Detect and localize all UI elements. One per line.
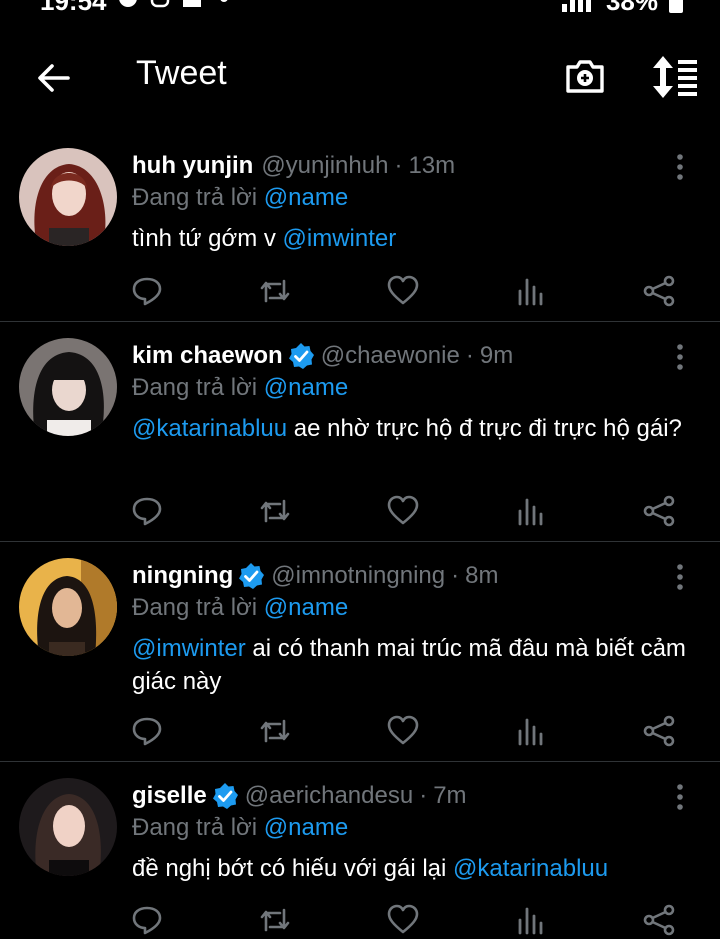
status-time: 19:54 — [40, 0, 107, 16]
views-icon[interactable] — [514, 494, 548, 528]
dot-icon — [220, 0, 228, 2]
reply-icon[interactable] — [130, 714, 164, 748]
user-handle[interactable]: @chaewonie — [321, 342, 460, 370]
replying-to-mention[interactable]: @name — [264, 184, 348, 211]
page-title: Tweet — [136, 54, 227, 92]
tweet-time: 13m — [408, 152, 456, 179]
reply-icon[interactable] — [130, 903, 164, 937]
more-options-icon[interactable] — [670, 342, 690, 372]
user-handle[interactable]: @yunjinhuh — [261, 152, 388, 180]
messenger-icon — [119, 0, 137, 7]
tweet-text: tình tứ gớm v @imwinter — [132, 222, 702, 255]
views-icon[interactable] — [514, 274, 548, 308]
camera-add-icon[interactable] — [564, 55, 606, 97]
tweet-reply[interactable]: giselle @aerichandesu · 7m Đang trả lời … — [0, 770, 720, 939]
replying-to-mention[interactable]: @name — [264, 814, 348, 841]
like-icon[interactable] — [386, 494, 420, 528]
sort-icon[interactable] — [649, 54, 699, 100]
mention-link[interactable]: @imwinter — [283, 225, 397, 252]
tweet-header: ningning @imnotningning · 8m — [132, 562, 498, 590]
like-icon[interactable] — [386, 714, 420, 748]
retweet-icon[interactable] — [258, 903, 292, 937]
share-icon[interactable] — [642, 494, 676, 528]
instagram-icon — [150, 0, 170, 8]
divider — [0, 321, 720, 322]
replying-to-mention[interactable]: @name — [264, 594, 348, 621]
separator-dot: · — [394, 152, 403, 179]
share-icon[interactable] — [642, 714, 676, 748]
tweet-text: đề nghị bớt có hiếu với gái lại @katarin… — [132, 852, 702, 885]
replying-to-label: Đang trả lời — [132, 374, 258, 401]
battery-percent: 38% — [605, 0, 658, 16]
display-name[interactable]: ningning — [132, 562, 233, 590]
notification-icons — [118, 0, 234, 8]
replying-to: Đang trả lời @name — [132, 594, 348, 622]
tweet-body: ae nhờ trực hộ đ trực đi trực hộ gái? — [287, 415, 682, 442]
views-icon[interactable] — [514, 903, 548, 937]
replying-to: Đang trả lời @name — [132, 814, 348, 842]
more-options-icon[interactable] — [670, 782, 690, 812]
avatar[interactable] — [19, 558, 117, 656]
reply-icon[interactable] — [130, 494, 164, 528]
mention-link[interactable]: @katarinabluu — [453, 855, 608, 882]
replying-to-label: Đang trả lời — [132, 184, 258, 211]
signal-icon — [561, 0, 591, 12]
verified-badge-icon — [288, 343, 314, 369]
tweet-header: giselle @aerichandesu · 7m — [132, 782, 467, 810]
verified-badge-icon — [239, 563, 265, 589]
tweet-text: @katarinabluu ae nhờ trực hộ đ trực đi t… — [132, 412, 702, 445]
share-icon[interactable] — [642, 903, 676, 937]
views-icon[interactable] — [514, 714, 548, 748]
reply-icon[interactable] — [130, 274, 164, 308]
separator-dot: · — [451, 562, 460, 589]
back-arrow-icon[interactable] — [34, 58, 74, 98]
retweet-icon[interactable] — [258, 494, 292, 528]
separator-dot: · — [465, 342, 474, 369]
display-name[interactable]: kim chaewon — [132, 342, 283, 370]
retweet-icon[interactable] — [258, 714, 292, 748]
tweet-text: @imwinter ai có thanh mai trúc mã đâu mà… — [132, 632, 702, 698]
tweet-header: huh yunjin @yunjinhuh · 13m — [132, 152, 455, 180]
replying-to: Đang trả lời @name — [132, 184, 348, 212]
verified-badge-icon — [212, 783, 238, 809]
top-app-bar: Tweet — [0, 40, 720, 110]
share-icon[interactable] — [642, 274, 676, 308]
replying-to: Đang trả lời @name — [132, 374, 348, 402]
replying-to-label: Đang trả lời — [132, 814, 258, 841]
more-options-icon[interactable] — [670, 562, 690, 592]
tweet-body: tình tứ gớm v — [132, 225, 283, 252]
tweet-body: đề nghị bớt có hiếu với gái lại — [132, 855, 453, 882]
battery-icon — [669, 0, 683, 13]
tweet-time: 8m — [465, 562, 499, 589]
avatar[interactable] — [19, 148, 117, 246]
tweet-time: 9m — [479, 342, 514, 369]
mention-link[interactable]: @katarinabluu — [132, 415, 287, 442]
avatar[interactable] — [19, 778, 117, 876]
retweet-icon[interactable] — [258, 274, 292, 308]
user-handle[interactable]: @imnotningning — [271, 562, 445, 590]
like-icon[interactable] — [386, 903, 420, 937]
more-options-icon[interactable] — [670, 152, 690, 182]
gallery-icon — [183, 0, 201, 7]
status-bar: 19:54 38% — [0, 0, 720, 16]
tweet-header: kim chaewon @chaewonie · 9m — [132, 342, 513, 370]
display-name[interactable]: giselle — [132, 782, 207, 810]
mention-link[interactable]: @imwinter — [132, 635, 246, 662]
user-handle[interactable]: @aerichandesu — [245, 782, 413, 810]
tweet-reply[interactable]: ningning @imnotningning · 8m Đang trả lờ… — [0, 550, 720, 760]
tweet-reply[interactable]: kim chaewon @chaewonie · 9m Đang trả lời… — [0, 330, 720, 540]
replying-to-mention[interactable]: @name — [264, 374, 348, 401]
divider — [0, 541, 720, 542]
replying-to-label: Đang trả lời — [132, 594, 258, 621]
avatar[interactable] — [19, 338, 117, 436]
separator-dot: · — [419, 782, 428, 809]
tweet-reply[interactable]: huh yunjin @yunjinhuh · 13m Đang trả lời… — [0, 140, 720, 320]
display-name[interactable]: huh yunjin — [132, 152, 253, 180]
like-icon[interactable] — [386, 274, 420, 308]
tweet-time: 7m — [433, 782, 467, 809]
divider — [0, 761, 720, 762]
system-status: 38% — [561, 0, 684, 17]
